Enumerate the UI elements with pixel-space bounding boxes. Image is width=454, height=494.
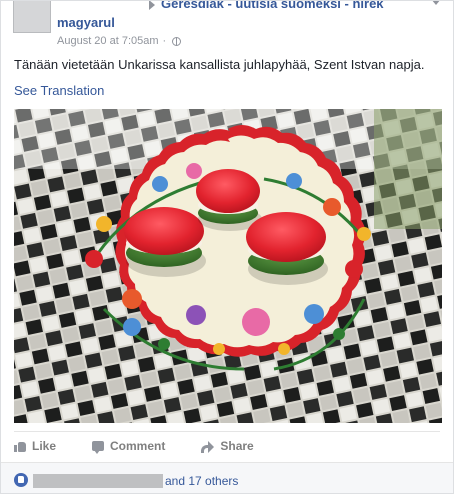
comment-button[interactable]: Comment bbox=[92, 439, 166, 454]
post-body: Tänään vietetään Unkarissa kansallista j… bbox=[14, 57, 425, 72]
group-name-link[interactable]: Geresdiak - uutisia suomeksi - hírek bbox=[161, 1, 384, 11]
comment-icon bbox=[92, 441, 105, 454]
group-name-link-line2[interactable]: magyarul bbox=[57, 15, 115, 30]
avatar[interactable] bbox=[13, 1, 51, 33]
post-photo[interactable] bbox=[14, 109, 442, 423]
share-icon bbox=[201, 440, 215, 453]
globe-icon bbox=[172, 36, 182, 46]
reactions-bar: and 17 others bbox=[1, 462, 453, 493]
post-meta: August 20 at 7:05am · bbox=[57, 35, 182, 47]
meta-separator: · bbox=[162, 35, 167, 47]
share-button[interactable]: Share bbox=[201, 439, 254, 453]
comment-label: Comment bbox=[110, 439, 166, 453]
like-button[interactable]: Like bbox=[14, 439, 56, 453]
others-count-link[interactable]: and 17 others bbox=[165, 474, 238, 488]
action-divider bbox=[14, 431, 440, 432]
chevron-right-icon bbox=[149, 1, 155, 10]
facebook-post-card: Geresdiak - uutisia suomeksi - hírek mag… bbox=[0, 0, 454, 494]
share-label: Share bbox=[220, 439, 254, 453]
redacted-names bbox=[33, 474, 163, 488]
like-badge-icon bbox=[14, 473, 28, 487]
like-label: Like bbox=[32, 439, 57, 453]
like-icon bbox=[14, 441, 26, 452]
action-bar: Like Comment Share bbox=[14, 439, 254, 454]
chevron-down-icon[interactable] bbox=[429, 1, 443, 9]
see-translation-link[interactable]: See Translation bbox=[14, 83, 104, 98]
timestamp-link[interactable]: August 20 at 7:05am bbox=[57, 35, 159, 47]
